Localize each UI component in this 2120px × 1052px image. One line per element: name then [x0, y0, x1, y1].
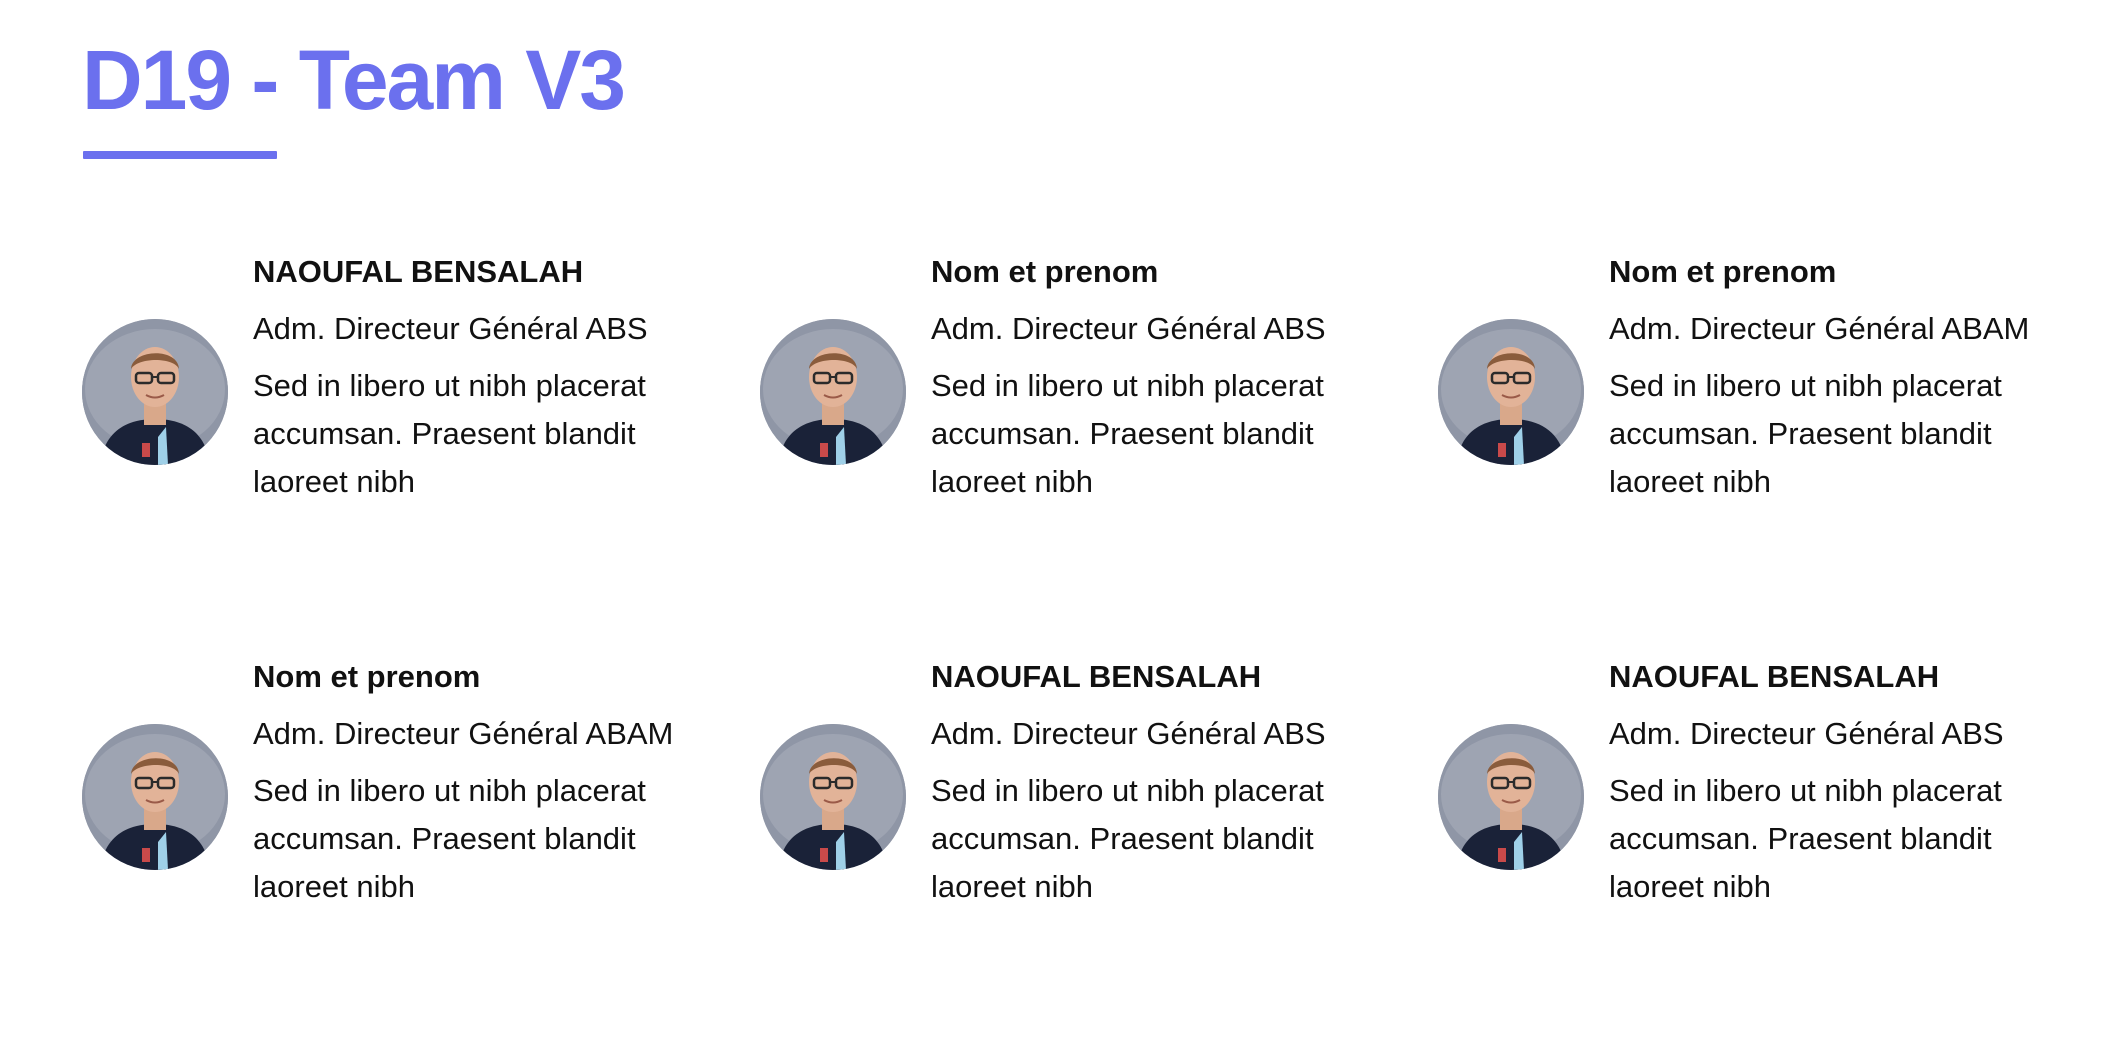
avatar	[1438, 319, 1584, 465]
person-photo-icon	[82, 724, 228, 870]
member-name: NAOUFAL BENSALAH	[931, 659, 1262, 694]
member-role: Adm. Directeur Général ABS	[931, 716, 1326, 751]
member-role: Adm. Directeur Général ABS	[931, 311, 1326, 346]
member-name: NAOUFAL BENSALAH	[1609, 659, 1940, 694]
member-name: Nom et prenom	[1609, 254, 1837, 289]
member-description: Sed in libero ut nibh placerat accumsan.…	[1609, 773, 2002, 904]
member-name: Nom et prenom	[253, 659, 481, 694]
avatar	[82, 319, 228, 465]
member-role: Adm. Directeur Général ABS	[1609, 716, 2004, 751]
member-name: Nom et prenom	[931, 254, 1159, 289]
person-photo-icon	[82, 319, 228, 465]
avatar	[1438, 724, 1584, 870]
person-photo-icon	[1438, 319, 1584, 465]
avatar	[82, 724, 228, 870]
avatar	[760, 724, 906, 870]
member-role: Adm. Directeur Général ABAM	[253, 716, 674, 751]
member-description: Sed in libero ut nibh placerat accumsan.…	[931, 368, 1324, 499]
member-role: Adm. Directeur Général ABAM	[1609, 311, 2030, 346]
member-role: Adm. Directeur Général ABS	[253, 311, 648, 346]
member-name: NAOUFAL BENSALAH	[253, 254, 584, 289]
avatar	[760, 319, 906, 465]
member-description: Sed in libero ut nibh placerat accumsan.…	[931, 773, 1324, 904]
team-grid: NAOUFAL BENSALAH Adm. Directeur Général …	[0, 0, 2120, 1052]
member-text: Nom et prenom Adm. Directeur Général ABA…	[253, 653, 723, 911]
person-photo-icon	[760, 319, 906, 465]
member-description: Sed in libero ut nibh placerat accumsan.…	[1609, 368, 2002, 499]
member-text: NAOUFAL BENSALAH Adm. Directeur Général …	[253, 248, 723, 506]
member-text: NAOUFAL BENSALAH Adm. Directeur Général …	[1609, 653, 2079, 911]
person-photo-icon	[760, 724, 906, 870]
person-photo-icon	[1438, 724, 1584, 870]
member-description: Sed in libero ut nibh placerat accumsan.…	[253, 773, 646, 904]
member-description: Sed in libero ut nibh placerat accumsan.…	[253, 368, 646, 499]
member-text: Nom et prenom Adm. Directeur Général ABS…	[931, 248, 1401, 506]
member-text: NAOUFAL BENSALAH Adm. Directeur Général …	[931, 653, 1401, 911]
team-page: D19 - Team V3 NAOUFAL BENSALAH Adm. Dire…	[0, 0, 2120, 1052]
member-text: Nom et prenom Adm. Directeur Général ABA…	[1609, 248, 2079, 506]
